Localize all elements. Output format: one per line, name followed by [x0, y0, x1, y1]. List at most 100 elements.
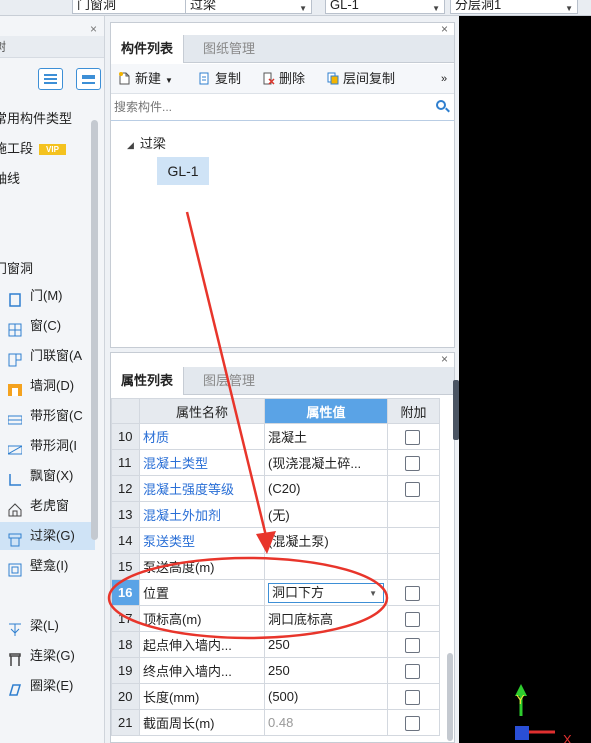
property-row[interactable]: 20 长度(mm) (500): [111, 683, 440, 710]
property-value[interactable]: (C20): [264, 475, 388, 502]
scrollbar[interactable]: [91, 120, 98, 540]
collapse-triangle-icon[interactable]: ◢: [127, 140, 134, 150]
new-button[interactable]: 新建 ▼: [119, 70, 173, 88]
tree-item-window[interactable]: 窗(C): [0, 312, 95, 340]
panel-header: 树: [0, 36, 104, 58]
property-row[interactable]: 14 泵送类型 (混凝土泵): [111, 527, 440, 554]
tab-property-list[interactable]: 属性列表: [111, 367, 185, 395]
property-row[interactable]: 18 起点伸入墙内... 250: [111, 631, 440, 658]
extra-checkbox[interactable]: [405, 715, 420, 731]
property-value[interactable]: 0.48: [264, 709, 388, 736]
property-row[interactable]: 11 混凝土类型 (现浇混凝土碎...: [111, 449, 440, 476]
tree-item-lintel[interactable]: 过梁(G): [0, 522, 95, 550]
tree-node-lintel[interactable]: ◢ 过梁: [127, 133, 166, 152]
property-value[interactable]: (无): [264, 501, 388, 528]
property-row[interactable]: 12 混凝土强度等级 (C20): [111, 475, 440, 502]
extra-cell: [387, 579, 440, 606]
property-value[interactable]: 250: [264, 657, 388, 684]
tab-component-list[interactable]: 构件列表: [111, 35, 185, 63]
tree-item-coupling-beam[interactable]: 连梁(G): [0, 642, 95, 670]
category-combo[interactable]: 门窗洞▼: [72, 0, 200, 14]
tree-item-niche[interactable]: 壁龛(I): [0, 552, 95, 580]
type-combo-value: 过梁: [190, 0, 217, 12]
property-row[interactable]: 19 终点伸入墙内... 250: [111, 657, 440, 684]
tree-item-bay-window[interactable]: 飘窗(X): [0, 462, 95, 490]
door-window-group[interactable]: 门窗洞: [0, 258, 33, 277]
property-value[interactable]: 洞口下方 ▼: [264, 579, 388, 606]
tree-item-door[interactable]: 门(M): [0, 282, 95, 310]
search-input[interactable]: [114, 98, 424, 116]
tree-item-label: 老虎窗: [30, 498, 70, 513]
delete-icon: [263, 72, 275, 85]
type-combo[interactable]: 过梁 ▼: [185, 0, 312, 14]
property-value[interactable]: 250: [264, 631, 388, 658]
row-number: 10: [111, 423, 140, 450]
position-select[interactable]: 洞口下方 ▼: [268, 582, 384, 603]
close-icon[interactable]: ×: [441, 353, 448, 366]
tree-item-strip-opening[interactable]: 带形洞(I: [0, 432, 95, 460]
extra-checkbox[interactable]: [405, 481, 420, 497]
tree-node-gl-1[interactable]: GL-1: [157, 157, 209, 185]
tree-item-label: 连梁(G): [30, 648, 75, 663]
list-view-button[interactable]: [38, 68, 63, 90]
property-row[interactable]: 10 材质 混凝土: [111, 423, 440, 450]
property-row[interactable]: 17 顶标高(m) 洞口底标高: [111, 605, 440, 632]
chevron-down-icon: ▼: [369, 588, 377, 598]
extra-checkbox[interactable]: [405, 689, 420, 705]
tree-node-label: 过梁: [139, 136, 166, 151]
property-name: 顶标高(m): [139, 605, 265, 632]
beam-icon: [8, 619, 22, 636]
property-row[interactable]: 15 泵送高度(m): [111, 553, 440, 580]
tree-item-ring-beam[interactable]: 圈梁(E): [0, 672, 95, 700]
property-value[interactable]: [264, 553, 388, 580]
tree-item-beam[interactable]: 梁(L): [0, 612, 95, 640]
property-row[interactable]: 21 截面周长(m) 0.48: [111, 709, 440, 736]
tree-item-wall-opening[interactable]: 墙洞(D): [0, 372, 95, 400]
component-search: [111, 95, 454, 121]
construction-section-item[interactable]: 施工段 VIP: [0, 138, 66, 157]
search-icon[interactable]: [436, 100, 446, 110]
extra-checkbox[interactable]: [405, 611, 420, 627]
component-combo[interactable]: GL-1 ▼: [325, 0, 445, 14]
extra-checkbox[interactable]: [405, 585, 420, 601]
close-icon[interactable]: ×: [441, 22, 448, 36]
top-toolbar: 门窗洞▼ 过梁 ▼ GL-1 ▼ 分层洞1 ▼: [0, 0, 591, 16]
property-value[interactable]: 混凝土: [264, 423, 388, 450]
property-name: 终点伸入墙内...: [139, 657, 265, 684]
tab-drawing-management[interactable]: 图纸管理: [193, 35, 265, 63]
dormer-icon: [8, 499, 22, 517]
copy-button[interactable]: 复制: [199, 70, 241, 88]
tree-item-strip-window[interactable]: 带形窗(C: [0, 402, 95, 430]
extra-cell: [387, 553, 440, 580]
extra-cell: [387, 449, 440, 476]
delete-button[interactable]: 删除: [263, 70, 305, 88]
tree-item-door-window[interactable]: 门联窗(A: [0, 342, 95, 370]
property-value[interactable]: (混凝土泵): [264, 527, 388, 554]
more-button[interactable]: »: [441, 70, 447, 88]
grid-view-button[interactable]: [76, 68, 101, 90]
extra-checkbox[interactable]: [405, 455, 420, 471]
extra-cell: [387, 605, 440, 632]
extra-checkbox[interactable]: [405, 637, 420, 653]
axis-item[interactable]: 轴线: [0, 168, 20, 187]
drawing-viewport[interactable]: Y X: [459, 16, 591, 743]
close-icon[interactable]: ×: [90, 22, 97, 36]
layer-combo[interactable]: 分层洞1 ▼: [450, 0, 578, 14]
property-row[interactable]: 16 位置 洞口下方 ▼: [111, 579, 440, 606]
property-value[interactable]: (500): [264, 683, 388, 710]
property-row[interactable]: 13 混凝土外加剂 (无): [111, 501, 440, 528]
property-value[interactable]: (现浇混凝土碎...: [264, 449, 388, 476]
scrollbar[interactable]: [447, 653, 453, 741]
tab-layer-management[interactable]: 图层管理: [193, 367, 265, 395]
common-types-item[interactable]: 常用构件类型: [0, 108, 72, 127]
extra-checkbox[interactable]: [405, 663, 420, 679]
floor-copy-button[interactable]: 层间复制: [327, 70, 395, 88]
property-value[interactable]: 洞口底标高: [264, 605, 388, 632]
property-value-header: 属性值: [264, 398, 388, 424]
extra-checkbox[interactable]: [405, 429, 420, 445]
lintel-icon: [8, 529, 22, 547]
tree-item-label: 门(M): [30, 288, 63, 303]
property-name: 材质: [139, 423, 265, 450]
tree-item-dormer[interactable]: 老虎窗: [0, 492, 95, 520]
component-combo-value: GL-1: [330, 0, 359, 12]
